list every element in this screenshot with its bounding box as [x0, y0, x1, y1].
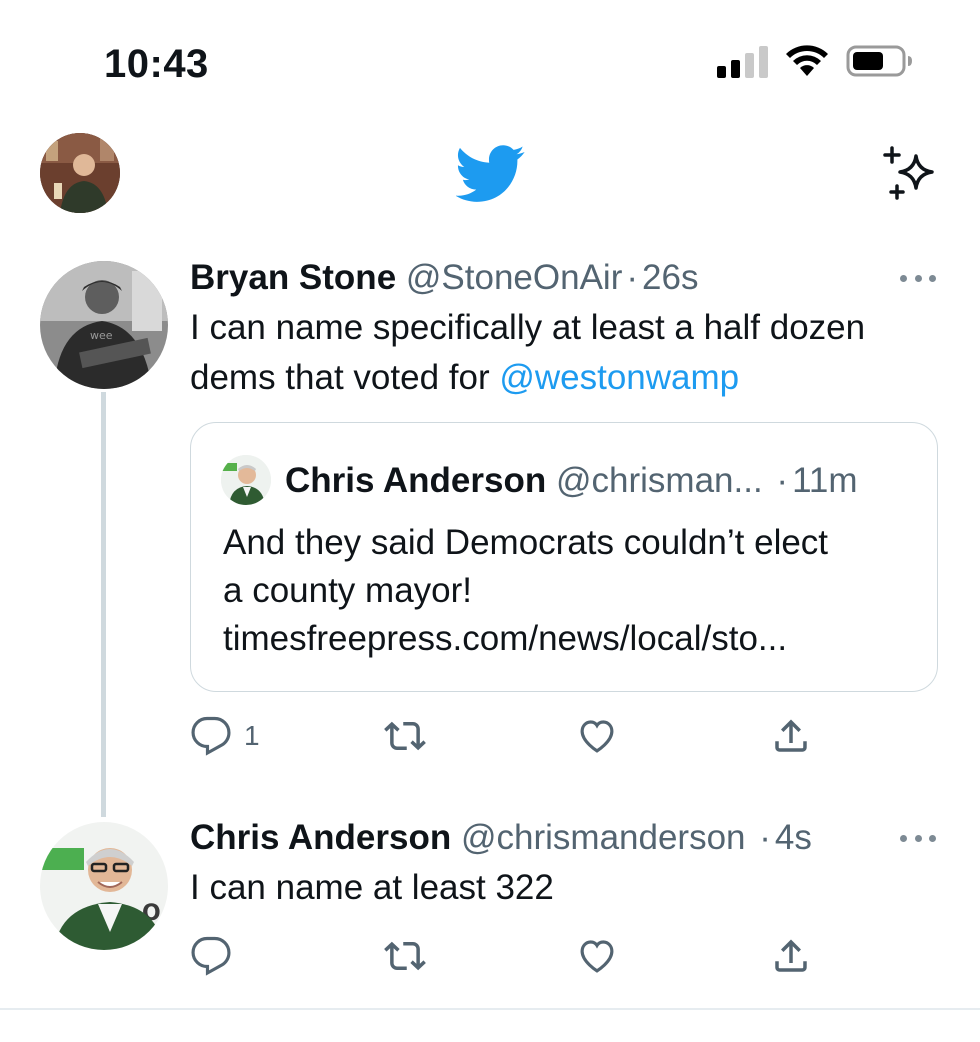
- battery-icon: [846, 45, 912, 77]
- quoted-link[interactable]: timesfreepress.com/news/local/sto...: [223, 615, 923, 663]
- cellular-signal-icon: [717, 44, 768, 78]
- status-icons: [717, 44, 914, 78]
- tweet-author-avatar[interactable]: wee: [40, 261, 168, 389]
- tweet-time[interactable]: 4s: [775, 818, 812, 857]
- separator-dot: ·: [759, 818, 771, 857]
- like-button[interactable]: [576, 714, 630, 758]
- share-icon: [775, 719, 807, 752]
- quoted-text-line: a county mayor!: [223, 571, 472, 610]
- tweet-text: I can name at least 322: [190, 868, 554, 907]
- reply-icon: [191, 716, 231, 756]
- quoted-author-name: Chris Anderson: [285, 461, 547, 500]
- tweet-actions: 1: [190, 714, 890, 758]
- twitter-timeline-screen: 10:43 wee Bryan Stone @StoneOnAir · 26s …: [0, 0, 980, 1042]
- reply-icon: [191, 936, 231, 976]
- heart-icon: [580, 720, 614, 753]
- tweet-time[interactable]: 26s: [642, 258, 698, 297]
- quoted-text-line: And they said Democrats couldn’t elect: [223, 523, 829, 562]
- quoted-tweet-time: 11m: [792, 461, 858, 500]
- separator-dot: ·: [776, 461, 789, 500]
- quoted-tweet-text: And they said Democrats couldn’t elect a…: [223, 519, 923, 663]
- author-handle[interactable]: @chrismanderson: [461, 818, 746, 857]
- mention-link[interactable]: @westonwamp: [499, 358, 739, 397]
- quoted-tweet-card[interactable]: Chris Anderson @chrisman... · 11m And the…: [190, 422, 938, 692]
- share-button[interactable]: [770, 714, 812, 758]
- quoted-author-avatar: [221, 455, 271, 505]
- retweet-icon: [384, 941, 426, 971]
- tweet-actions: [190, 934, 890, 978]
- status-time: 10:43: [104, 42, 209, 86]
- sparkle-icon[interactable]: [880, 144, 940, 204]
- reply-button[interactable]: [190, 934, 244, 978]
- share-button[interactable]: [770, 934, 812, 978]
- wifi-icon: [786, 45, 828, 76]
- retweet-button[interactable]: [384, 714, 438, 758]
- quoted-author-handle: @chrisman...: [555, 461, 763, 500]
- svg-text:wee: wee: [90, 329, 113, 342]
- author-name[interactable]: Bryan Stone: [190, 258, 396, 297]
- tweet-author-avatar[interactable]: O: [40, 822, 168, 950]
- retweet-button[interactable]: [384, 934, 438, 978]
- quoted-tweet-header: Chris Anderson @chrisman... · 11m: [285, 461, 858, 501]
- reply-count: 1: [244, 720, 260, 751]
- separator-dot: ·: [626, 258, 639, 297]
- profile-avatar[interactable]: [40, 133, 120, 213]
- retweet-icon: [384, 721, 426, 751]
- tweet-header: Chris Anderson @chrismanderson · 4s: [190, 818, 812, 858]
- heart-icon: [580, 940, 614, 973]
- twitter-bird-icon[interactable]: [456, 145, 526, 203]
- author-name[interactable]: Chris Anderson: [190, 818, 451, 857]
- timeline-divider: [0, 1008, 980, 1010]
- thread-connector-line: [101, 392, 106, 817]
- author-handle[interactable]: @StoneOnAir: [406, 258, 622, 297]
- share-icon: [775, 939, 807, 972]
- more-options-icon[interactable]: [900, 273, 936, 283]
- reply-button[interactable]: 1: [190, 714, 260, 758]
- like-button[interactable]: [576, 934, 630, 978]
- more-options-icon[interactable]: [900, 833, 936, 843]
- tweet-header: Bryan Stone @StoneOnAir · 26s: [190, 258, 698, 298]
- tweet-text: I can name specifically at least a half …: [190, 303, 950, 403]
